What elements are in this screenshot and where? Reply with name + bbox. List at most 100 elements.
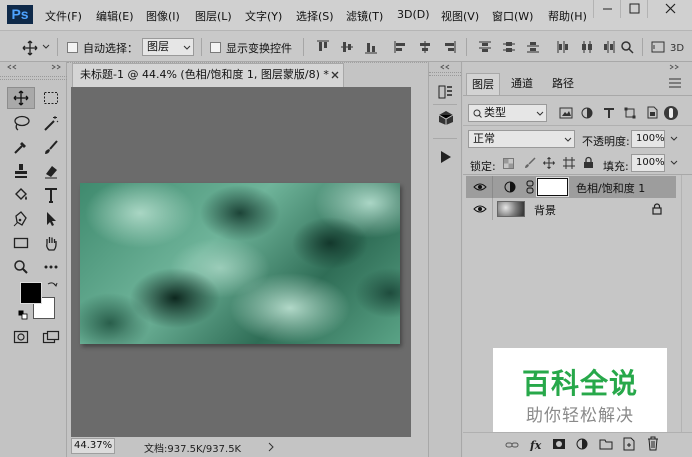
layer-row-hue-saturation[interactable]: 色相/饱和度 1 [466, 176, 676, 198]
distribute-bottom-icon[interactable] [526, 40, 540, 54]
foreground-color-swatch[interactable] [20, 282, 42, 304]
menu-image[interactable]: 图像(I) [146, 8, 180, 24]
auto-select-dropdown[interactable]: 图层 [142, 38, 194, 56]
align-bottom-icon[interactable] [364, 40, 378, 54]
filter-pixel-icon[interactable] [559, 107, 573, 119]
eyedropper-tool-button[interactable] [7, 136, 35, 158]
menu-file[interactable]: 文件(F) [45, 8, 82, 24]
layer-name[interactable]: 背景 [534, 202, 556, 218]
eraser-tool-button[interactable] [37, 160, 65, 182]
auto-align-search-icon[interactable] [620, 40, 634, 54]
rectangle-tool-button[interactable] [7, 232, 35, 254]
filter-type-icon[interactable] [603, 107, 615, 119]
quick-mask-button[interactable] [7, 326, 35, 348]
show-transform-checkbox[interactable] [210, 42, 221, 53]
layer-style-fx-icon[interactable]: fx [529, 437, 545, 451]
panel-grip[interactable] [0, 76, 67, 80]
layer-row-background[interactable]: 背景 [466, 198, 676, 220]
distribute-right-icon[interactable] [602, 40, 616, 54]
tab-paths[interactable]: 路径 [545, 73, 581, 95]
panel-menu-icon[interactable] [668, 78, 682, 88]
collapse-arrows-icon[interactable] [668, 64, 682, 70]
screen-mode-button[interactable] [37, 326, 65, 348]
align-right-icon[interactable] [442, 40, 456, 54]
menu-window[interactable]: 窗口(W) [492, 8, 533, 24]
visibility-eye-icon[interactable] [473, 204, 487, 214]
add-mask-icon[interactable] [552, 438, 566, 450]
visibility-eye-icon[interactable] [473, 182, 487, 192]
magic-wand-tool-button[interactable] [37, 112, 65, 134]
align-left-icon[interactable] [394, 40, 408, 54]
filter-smart-object-icon[interactable] [646, 106, 658, 119]
new-adjustment-layer-icon[interactable] [576, 438, 588, 450]
zoom-level-field[interactable]: 44.37% [71, 438, 115, 454]
bucket-tool-button[interactable] [7, 184, 35, 206]
document-tab[interactable]: 未标题-1 @ 44.4% (色相/饱和度 1, 图层蒙版/8) * [72, 63, 344, 87]
canvas-image-clouds[interactable] [80, 183, 400, 344]
swap-colors-icon[interactable] [46, 280, 58, 292]
chevron-down-icon[interactable] [670, 160, 678, 166]
filter-shape-icon[interactable] [624, 107, 636, 119]
menu-type[interactable]: 文字(Y) [245, 8, 282, 24]
lasso-tool-button[interactable] [7, 112, 35, 134]
lock-image-pixels-icon[interactable] [524, 157, 536, 169]
close-window-button[interactable] [647, 0, 692, 18]
3d-mode-icon[interactable] [651, 40, 665, 54]
3d-panel-icon[interactable] [438, 110, 454, 126]
chevron-right-icon[interactable] [268, 442, 274, 452]
pen-tool-button[interactable] [7, 208, 35, 230]
tab-channels[interactable]: 通道 [503, 73, 541, 95]
layer-filter-dropdown[interactable]: 类型 [468, 104, 547, 122]
menu-select[interactable]: 选择(S) [296, 8, 334, 24]
lock-position-icon[interactable] [543, 157, 555, 169]
play-actions-icon[interactable] [440, 150, 452, 164]
panel-grip[interactable] [429, 72, 461, 76]
default-colors-icon[interactable] [18, 310, 28, 320]
marquee-tool-button[interactable] [37, 87, 65, 109]
opacity-field[interactable]: 100% [631, 130, 665, 148]
menu-view[interactable]: 视图(V) [441, 8, 479, 24]
menu-help[interactable]: 帮助(H) [548, 8, 587, 24]
path-select-tool-button[interactable] [37, 208, 65, 230]
distribute-top-icon[interactable] [478, 40, 492, 54]
align-top-icon[interactable] [316, 40, 330, 54]
brush-tool-button[interactable] [37, 136, 65, 158]
link-layers-icon[interactable] [505, 439, 519, 451]
distribute-vcenter-icon[interactable] [502, 40, 516, 54]
menu-filter[interactable]: 滤镜(T) [346, 8, 383, 24]
expand-arrows-icon[interactable] [50, 64, 62, 70]
menu-3d[interactable]: 3D(D) [397, 8, 430, 21]
lock-transparent-pixels-icon[interactable] [503, 158, 514, 169]
filter-adjustment-icon[interactable] [581, 107, 593, 119]
layer-name[interactable]: 色相/饱和度 1 [576, 180, 645, 196]
align-vcenter-icon[interactable] [340, 40, 354, 54]
more-tools-button[interactable] [37, 256, 65, 278]
auto-select-checkbox[interactable] [67, 42, 78, 53]
tab-layers[interactable]: 图层 [466, 73, 500, 95]
chevron-down-icon[interactable] [670, 136, 678, 142]
new-group-folder-icon[interactable] [599, 437, 613, 451]
blend-mode-dropdown[interactable]: 正常 [468, 130, 575, 148]
move-tool-button[interactable] [7, 87, 35, 109]
layer-mask-thumbnail[interactable] [536, 177, 569, 197]
align-hcenter-icon[interactable] [418, 40, 432, 54]
hand-tool-button[interactable] [37, 232, 65, 254]
mask-link-icon[interactable] [526, 180, 534, 194]
zoom-tool-button[interactable] [7, 256, 35, 278]
distribute-left-icon[interactable] [556, 40, 570, 54]
new-layer-icon[interactable] [623, 437, 635, 451]
layer-thumbnail[interactable] [497, 201, 525, 217]
collapse-arrows-icon[interactable] [6, 64, 18, 70]
filter-toggle-switch[interactable] [664, 106, 678, 120]
collapse-arrows-icon[interactable] [432, 64, 460, 70]
type-tool-button[interactable] [37, 184, 65, 206]
history-icon[interactable] [438, 84, 454, 100]
fill-field[interactable]: 100% [631, 154, 665, 172]
maximize-button[interactable] [620, 0, 647, 18]
layers-scrollbar[interactable] [681, 175, 692, 432]
minimize-button[interactable] [593, 0, 620, 18]
lock-artboard-icon[interactable] [563, 157, 575, 169]
move-tool-icon[interactable] [22, 40, 38, 56]
lock-all-icon[interactable] [583, 156, 594, 169]
3d-mode-label-icon[interactable]: 3D [670, 40, 690, 54]
